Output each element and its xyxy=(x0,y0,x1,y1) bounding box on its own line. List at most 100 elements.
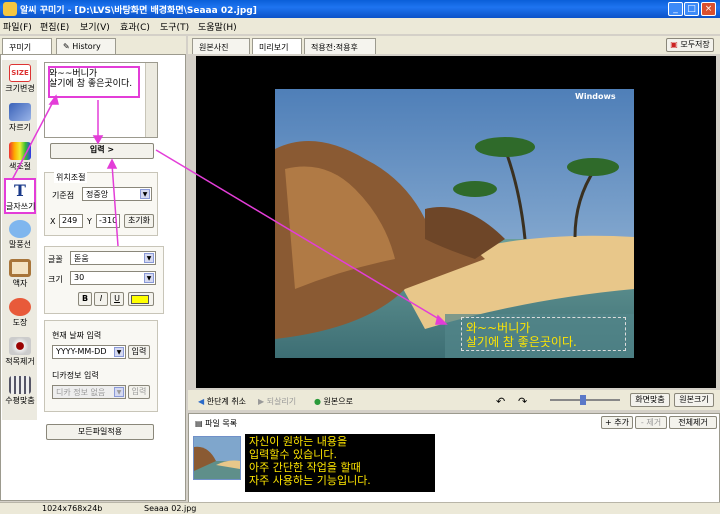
caption-line-2: 입력할수 있습니다. xyxy=(249,448,337,461)
editor-scrollbar[interactable] xyxy=(145,63,157,137)
save-all-label: 모두저장 xyxy=(680,40,710,49)
grid-icon xyxy=(9,376,31,394)
redo-label: 되살리기 xyxy=(266,397,297,406)
tool-stamp[interactable]: 도장 xyxy=(4,296,36,332)
y-label: Y xyxy=(87,217,92,226)
status-dimensions: 1024x768x24b xyxy=(42,504,103,513)
tool-crop-label: 자르기 xyxy=(8,123,32,132)
x-input[interactable]: 249 xyxy=(59,214,83,228)
status-filename: Seaaa 02.jpg xyxy=(144,504,197,513)
text-selection-box[interactable]: 와~~버니가 살기에 참 좋은곳이다. xyxy=(461,317,626,351)
minimize-button[interactable]: _ xyxy=(668,2,683,16)
color-picker[interactable] xyxy=(128,292,154,306)
underline-button[interactable]: U xyxy=(110,292,124,306)
original-button[interactable]: ● 원본으로 xyxy=(314,396,353,407)
date-label: 현재 날짜 입력 xyxy=(52,331,102,340)
menu-effect[interactable]: 효과(C) xyxy=(120,20,150,33)
font-label: 글꼴 xyxy=(48,255,63,264)
apply-all-button[interactable]: 모든파일적용 xyxy=(46,424,154,440)
size-label: 크기 xyxy=(48,275,63,284)
camera-select[interactable]: 디카 정보 없음 ▼ xyxy=(52,385,126,399)
menu-help[interactable]: 도움말(H) xyxy=(198,20,237,33)
tool-frame[interactable]: 액자 xyxy=(4,257,36,293)
tab-preview[interactable]: 미리보기 xyxy=(252,38,302,54)
frame-icon xyxy=(9,259,31,277)
anchor-value: 정중앙 xyxy=(86,190,109,199)
rotate-left-icon[interactable]: ↶ xyxy=(496,395,505,408)
add-file-button[interactable]: + 추가 xyxy=(601,416,633,429)
tab-original[interactable]: 원본사진 xyxy=(192,38,250,54)
file-thumbnail[interactable] xyxy=(193,436,241,480)
remove-all-button[interactable]: 전체제거 xyxy=(669,416,717,429)
menu-bar: 파일(F) 편집(E) 보기(V) 효과(C) 도구(T) 도움말(H) xyxy=(0,18,720,34)
title-bar: 알씨 꾸미기 - [D:\LVS\바탕화면 배경화면\Seaaa 02.jpg]… xyxy=(0,0,720,18)
zoom-slider[interactable] xyxy=(550,395,620,405)
right-tabs: 원본사진 미리보기 적용전:적용후 ▣ 모두저장 xyxy=(188,36,720,54)
close-button[interactable]: × xyxy=(701,2,716,16)
y-input[interactable]: -310 xyxy=(96,214,120,228)
size-icon: SIZE xyxy=(9,64,31,82)
tool-redeye[interactable]: 적목제거 xyxy=(4,335,36,371)
tool-crop[interactable]: 자르기 xyxy=(4,101,36,137)
fit-screen-button[interactable]: 화면맞춤 xyxy=(630,393,670,407)
size-value: 30 xyxy=(74,273,85,282)
reset-button[interactable]: 초기화 xyxy=(124,214,154,228)
window-title: 알씨 꾸미기 - [D:\LVS\바탕화면 배경화면\Seaaa 02.jpg] xyxy=(20,6,257,16)
bold-button[interactable]: B xyxy=(78,292,92,306)
menu-tools[interactable]: 도구(T) xyxy=(160,20,189,33)
tab-decorate[interactable]: 꾸미기 xyxy=(2,38,52,54)
viewer-toolbar: ◀ 한단계 취소 ▶ 되살리기 ● 원본으로 ↶ ↷ 화면맞춤 원본크기 xyxy=(188,390,720,410)
camera-input-button[interactable]: 입력 xyxy=(128,385,150,399)
status-bar: 1024x768x24b Seaaa 02.jpg xyxy=(0,502,720,514)
tool-color[interactable]: 색조절 xyxy=(4,140,36,176)
menu-view[interactable]: 보기(V) xyxy=(80,20,110,33)
font-select[interactable]: 돋움 ▼ xyxy=(70,251,156,265)
zoom-slider-thumb[interactable] xyxy=(580,395,586,405)
preview-photo[interactable]: Windows 와~~버니가 살기에 참 좋은곳이다. xyxy=(275,89,634,358)
stamp-icon xyxy=(9,298,31,316)
input-button[interactable]: 입력 > xyxy=(50,143,154,159)
date-format-select[interactable]: YYYY-MM-DD ▼ xyxy=(52,345,126,359)
tool-balloon[interactable]: 말풍선 xyxy=(4,218,36,254)
original-label: 원본으로 xyxy=(323,397,353,406)
camera-placeholder: 디카 정보 없음 xyxy=(56,388,106,397)
redo-icon: ▶ xyxy=(258,397,267,406)
tool-level-label: 수평맞춤 xyxy=(5,396,35,405)
rotate-right-icon[interactable]: ↷ xyxy=(518,395,527,408)
crop-icon xyxy=(9,103,31,121)
size-select[interactable]: 30 ▼ xyxy=(70,271,156,285)
tab-history[interactable]: ✎ History xyxy=(56,38,116,54)
tab-compare[interactable]: 적용전:적용후 xyxy=(304,38,376,54)
undo-label: 한단계 취소 xyxy=(206,397,247,406)
save-all-button[interactable]: ▣ 모두저장 xyxy=(666,38,714,52)
italic-button[interactable]: I xyxy=(94,292,108,306)
folder-icon: ▤ xyxy=(195,419,206,428)
eye-icon xyxy=(9,337,31,355)
app-icon xyxy=(3,2,17,16)
remove-file-button[interactable]: - 제거 xyxy=(635,416,667,429)
tool-level[interactable]: 수평맞춤 xyxy=(4,374,36,410)
tool-text-label: 글자쓰기 xyxy=(6,202,36,211)
tool-resize[interactable]: SIZE 크기변경 xyxy=(4,62,36,98)
menu-file[interactable]: 파일(F) xyxy=(3,20,32,33)
anchor-select[interactable]: 정중앙 ▼ xyxy=(82,187,152,201)
chevron-down-icon: ▼ xyxy=(144,273,154,283)
undo-icon: ◀ xyxy=(198,397,207,406)
caption-line-4: 자주 사용하는 기능입니다. xyxy=(249,474,371,487)
editor-highlight xyxy=(48,66,140,98)
save-icon: ▣ xyxy=(670,40,681,49)
tool-text[interactable]: T 글자쓰기 xyxy=(4,178,36,214)
menu-edit[interactable]: 편집(E) xyxy=(40,20,69,33)
undo-button[interactable]: ◀ 한단계 취소 xyxy=(198,396,246,407)
palette-icon xyxy=(9,142,31,160)
actual-size-button[interactable]: 원본크기 xyxy=(674,393,714,407)
tool-stamp-label: 도장 xyxy=(12,318,28,327)
redo-button[interactable]: ▶ 되살리기 xyxy=(258,396,296,407)
maximize-button[interactable]: □ xyxy=(684,2,699,16)
date-format-value: YYYY-MM-DD xyxy=(56,347,107,356)
date-input-button[interactable]: 입력 xyxy=(128,345,150,359)
tab-history-label: History xyxy=(72,42,101,51)
overlay-line-2: 살기에 참 좋은곳이다. xyxy=(466,335,577,349)
original-icon: ● xyxy=(314,397,324,406)
tool-color-label: 색조절 xyxy=(8,162,32,171)
